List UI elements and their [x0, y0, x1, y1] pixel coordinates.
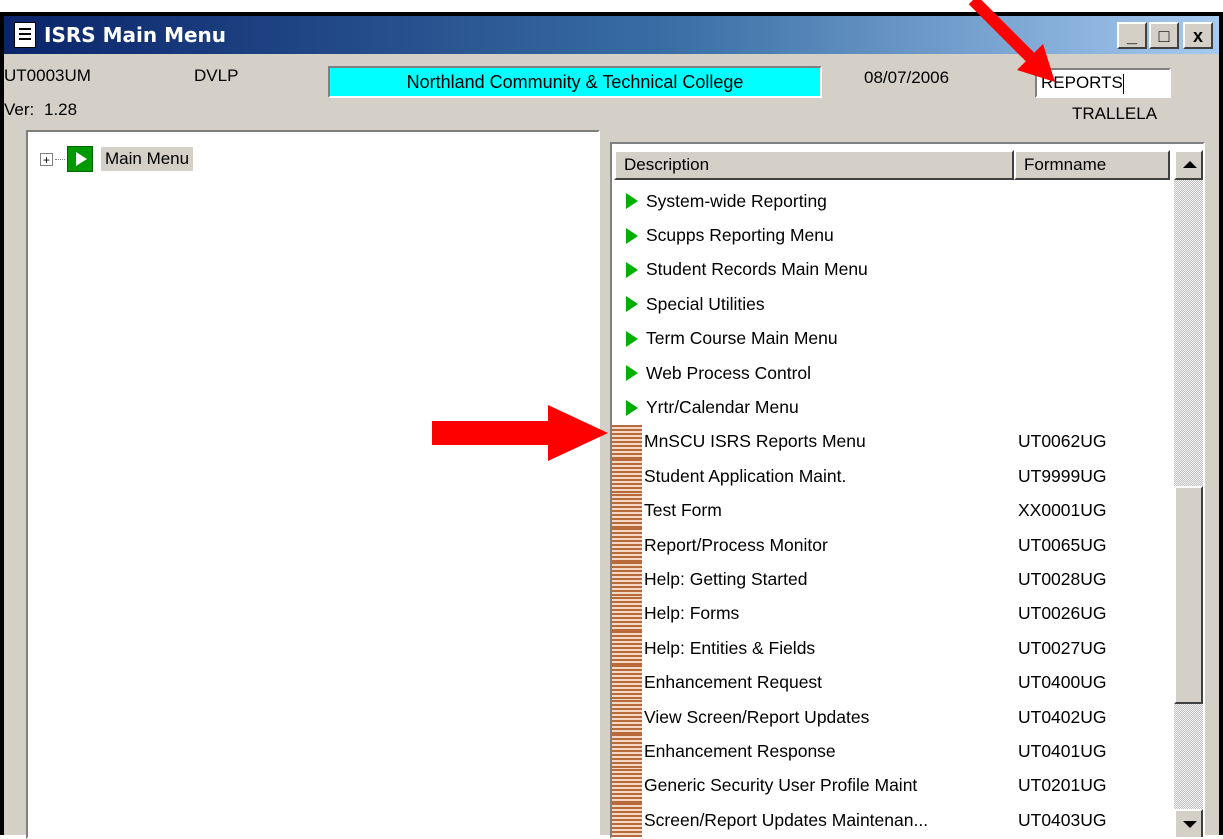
green-arrow-icon	[67, 146, 93, 172]
row-description: System-wide Reporting	[646, 190, 827, 211]
green-arrow-icon	[612, 356, 646, 390]
list-row[interactable]: Test Form XX0001UG	[612, 493, 1172, 528]
row-formname: XX0001UG	[1018, 500, 1107, 521]
expand-icon[interactable]: +	[40, 152, 53, 166]
row-description: Report/Process Monitor	[644, 534, 828, 555]
scrollbar-thumb[interactable]	[1174, 486, 1203, 704]
scroll-up-button[interactable]	[1174, 150, 1203, 180]
form-lines-icon	[612, 768, 642, 804]
list-row[interactable]: Screen/Report Updates Maintenan... UT0403…	[612, 803, 1172, 837]
form-lines-icon	[612, 699, 642, 735]
list-row[interactable]: View Screen/Report Updates UT0402UG	[612, 699, 1172, 735]
list-row[interactable]: Enhancement Response UT0401UG	[612, 734, 1172, 769]
version-label: Ver:	[4, 100, 35, 119]
college-name-field: Northland Community & Technical College	[328, 66, 822, 98]
version-number: 1.28	[44, 100, 78, 119]
isrs-main-menu-window: ISRS Main Menu _ □ x UT0003UM DVLP North…	[0, 12, 1223, 839]
row-description: Yrtr/Calendar Menu	[646, 397, 799, 418]
row-description: View Screen/Report Updates	[644, 706, 870, 727]
row-description: Special Utilities	[646, 293, 765, 314]
row-formname: UT0401UG	[1018, 740, 1107, 761]
form-lines-icon	[612, 527, 642, 563]
green-arrow-icon	[612, 390, 646, 424]
row-description: Screen/Report Updates Maintenan...	[644, 809, 929, 830]
list-row[interactable]: Term Course Main Menu	[612, 322, 1172, 356]
row-formname: UT0062UG	[1018, 431, 1107, 452]
tree-node-label[interactable]: Main Menu	[101, 147, 194, 171]
row-formname: UT9999UG	[1018, 465, 1107, 486]
row-formname: UT0201UG	[1018, 775, 1107, 796]
list-row[interactable]: MnSCU ISRS Reports Menu UT0062UG	[612, 424, 1172, 460]
current-date: 08/07/2006	[864, 68, 950, 87]
row-formname: UT0402UG	[1018, 706, 1107, 727]
text-caret	[1122, 73, 1124, 94]
tree-node-main-menu[interactable]: + Main Menu	[40, 146, 194, 172]
row-formname: UT0065UG	[1018, 534, 1107, 555]
list-row[interactable]: Special Utilities	[612, 287, 1172, 321]
form-lines-icon	[612, 734, 642, 769]
form-lines-icon	[612, 562, 642, 597]
close-button[interactable]: x	[1183, 22, 1213, 49]
list-row[interactable]: Web Process Control	[612, 356, 1172, 390]
document-icon[interactable]	[14, 22, 36, 48]
maximize-button[interactable]: □	[1149, 22, 1179, 49]
row-formname: UT0028UG	[1018, 568, 1107, 589]
form-lines-icon	[612, 803, 642, 837]
minimize-button[interactable]: _	[1117, 22, 1147, 49]
form-lines-icon	[612, 424, 642, 460]
row-formname: UT0027UG	[1018, 637, 1107, 658]
list-row[interactable]: Scupps Reporting Menu	[612, 218, 1172, 252]
row-description: Term Course Main Menu	[646, 328, 838, 349]
list-row[interactable]: Student Application Maint. UT9999UG	[612, 459, 1172, 494]
column-header-description[interactable]: Description	[614, 150, 1014, 180]
row-description: Generic Security User Profile Maint	[644, 775, 918, 796]
row-formname: UT0403UG	[1018, 809, 1107, 830]
menu-tree-pane[interactable]: + Main Menu	[26, 130, 600, 839]
list-row[interactable]: Help: Entities & Fields UT0027UG	[612, 631, 1172, 666]
list-row[interactable]: System-wide Reporting	[612, 184, 1172, 218]
green-arrow-icon	[612, 218, 646, 252]
list-row[interactable]: Enhancement Request UT0400UG	[612, 665, 1172, 700]
row-formname: UT0026UG	[1018, 603, 1107, 624]
menu-items-list[interactable]: Description Formname System-wide Reporti…	[610, 142, 1205, 839]
form-lines-icon	[612, 459, 642, 494]
list-rows: System-wide Reporting Scupps Reporting Me…	[612, 184, 1172, 837]
window-title: ISRS Main Menu	[44, 23, 227, 47]
tree-connector	[55, 158, 65, 160]
row-description: Enhancement Response	[644, 740, 836, 761]
row-description: Scupps Reporting Menu	[646, 225, 834, 246]
form-lines-icon	[612, 665, 642, 700]
form-lines-icon	[612, 493, 642, 528]
row-description: MnSCU ISRS Reports Menu	[644, 431, 866, 452]
form-lines-icon	[612, 631, 642, 666]
row-formname: UT0400UG	[1018, 672, 1107, 693]
green-arrow-icon	[612, 322, 646, 356]
row-description: Student Application Maint.	[644, 465, 847, 486]
window-controls: _ □ x	[1117, 22, 1213, 49]
annotation-arrow-reports-menu	[432, 405, 608, 461]
user-id: TRALLELA	[1072, 104, 1158, 123]
row-description: Web Process Control	[646, 362, 812, 383]
list-row[interactable]: Student Records Main Menu	[612, 253, 1172, 287]
row-description: Help: Forms	[644, 603, 740, 624]
environment-label: DVLP	[194, 66, 239, 85]
list-row[interactable]: Generic Security User Profile Maint UT020…	[612, 768, 1172, 804]
vertical-scrollbar[interactable]	[1174, 150, 1203, 837]
list-row[interactable]: Help: Forms UT0026UG	[612, 596, 1172, 632]
row-description: Student Records Main Menu	[646, 259, 868, 280]
row-description: Help: Getting Started	[644, 568, 808, 589]
list-row[interactable]: Help: Getting Started UT0028UG	[612, 562, 1172, 597]
annotation-arrow-search	[968, 0, 1055, 82]
form-lines-icon	[612, 596, 642, 632]
list-row[interactable]: Yrtr/Calendar Menu	[612, 390, 1172, 424]
green-arrow-icon	[612, 184, 646, 218]
row-description: Enhancement Request	[644, 672, 823, 693]
green-arrow-icon	[612, 253, 646, 287]
row-description: Test Form	[644, 500, 722, 521]
green-arrow-icon	[612, 287, 646, 321]
screen-code: UT0003UM	[4, 66, 91, 85]
row-description: Help: Entities & Fields	[644, 637, 816, 658]
list-row[interactable]: Report/Process Monitor UT0065UG	[612, 527, 1172, 563]
column-header-formname[interactable]: Formname	[1014, 150, 1170, 180]
